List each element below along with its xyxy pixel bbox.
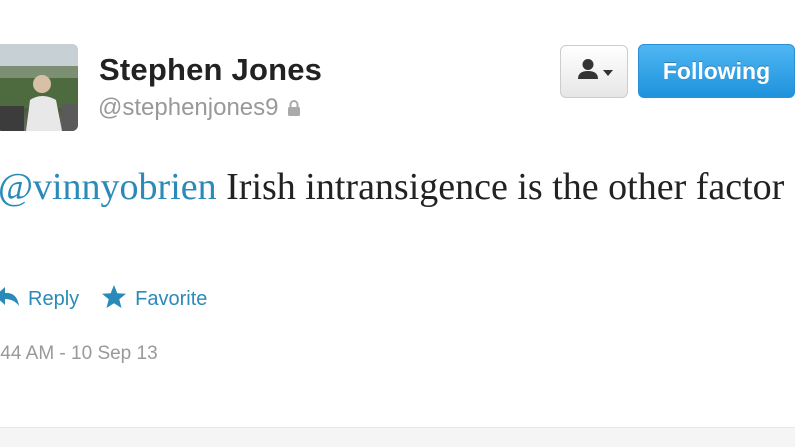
reply-label: Reply <box>28 288 80 310</box>
chevron-down-icon <box>602 63 613 81</box>
star-icon <box>101 284 127 315</box>
tweet-actions: Reply Favorite <box>0 284 229 315</box>
following-button[interactable]: Following <box>638 44 795 98</box>
avatar-photo <box>0 44 78 131</box>
tweet-body: Irish intransigence is the other factor <box>216 166 785 208</box>
footer-bar <box>0 427 795 447</box>
handle-row: @stephenjones9 <box>98 94 301 122</box>
tweet-timestamp[interactable]: :44 AM - 10 Sep 13 <box>0 343 158 365</box>
favorite-label: Favorite <box>135 288 208 310</box>
lock-icon <box>287 99 301 117</box>
person-icon <box>576 58 600 85</box>
tweet-text: @vinnyobrien Irish intransigence is the … <box>0 163 788 211</box>
favorite-button[interactable]: Favorite <box>101 284 207 315</box>
user-handle[interactable]: @stephenjones9 <box>98 94 279 122</box>
avatar[interactable] <box>0 44 78 131</box>
mention-link[interactable]: @vinnyobrien <box>0 166 217 208</box>
reply-arrow-icon <box>0 286 20 313</box>
tweet-page: Stephen Jones @stephenjones9 Following @… <box>0 0 795 447</box>
user-actions-button[interactable] <box>560 45 628 98</box>
reply-button[interactable]: Reply <box>0 286 79 313</box>
following-label: Following <box>662 57 771 84</box>
display-name[interactable]: Stephen Jones <box>99 52 322 88</box>
